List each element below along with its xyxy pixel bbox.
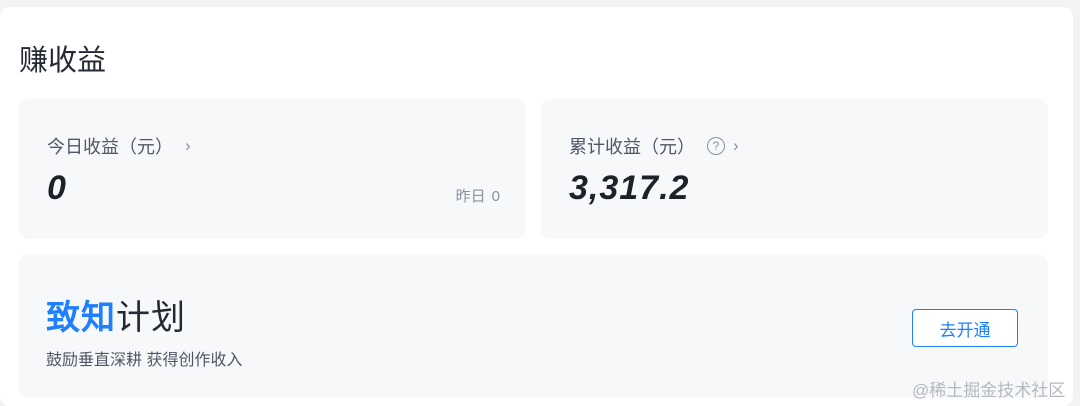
question-circle-icon[interactable]: ? <box>707 137 725 155</box>
site-watermark: @稀土掘金技术社区 <box>912 381 1066 400</box>
logo-part-jihua: 计划 <box>116 299 186 337</box>
earnings-panel: 赚收益 今日收益（元） › 0 昨日 0 累计收益（元） ? › 3,317.2 … <box>0 7 1073 406</box>
today-earnings-link[interactable]: 今日收益（元） › <box>47 133 191 159</box>
total-earnings-card: 累计收益（元） ? › 3,317.2 <box>541 99 1048 239</box>
zhizhi-plan-logo: 致知计划 <box>46 290 186 339</box>
total-earnings-link[interactable]: 累计收益（元） ? › <box>569 133 739 159</box>
chevron-right-icon: › <box>185 136 191 155</box>
yesterday-earnings: 昨日 0 <box>456 185 500 206</box>
today-earnings-value: 0 <box>47 169 67 207</box>
total-earnings-value: 3,317.2 <box>569 169 690 207</box>
activate-plan-button[interactable]: 去开通 <box>912 309 1018 347</box>
today-earnings-label: 今日收益（元） <box>47 137 173 157</box>
panel-title: 赚收益 <box>19 45 107 77</box>
today-earnings-card: 今日收益（元） › 0 昨日 0 <box>19 99 526 239</box>
total-earnings-label: 累计收益（元） <box>569 137 695 157</box>
yesterday-value: 0 <box>491 188 500 205</box>
zhizhi-plan-card: 致知计划 鼓励垂直深耕 获得创作收入 去开通 <box>19 254 1048 398</box>
plan-description: 鼓励垂直深耕 获得创作收入 <box>46 352 243 369</box>
logo-part-zhizhi: 致知 <box>46 299 116 337</box>
chevron-right-icon: › <box>733 136 739 155</box>
yesterday-label: 昨日 <box>455 188 486 205</box>
